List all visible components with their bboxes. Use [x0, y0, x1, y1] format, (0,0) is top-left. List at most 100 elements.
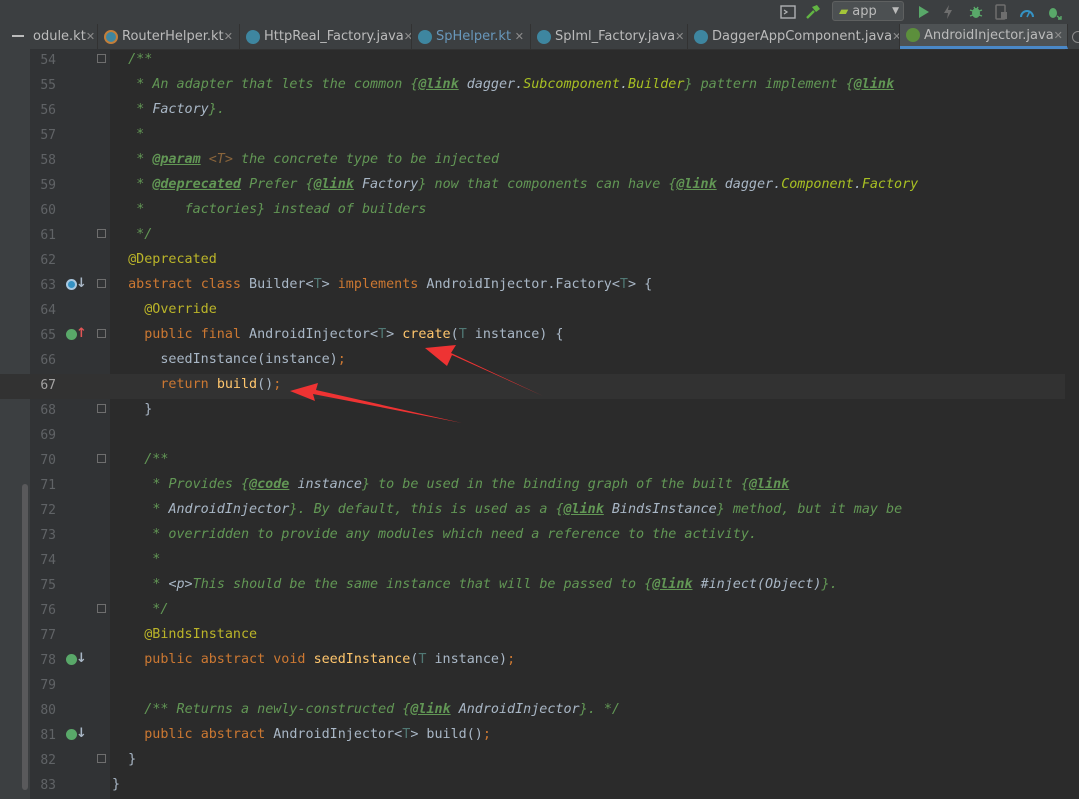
- implemented-by-icon[interactable]: ↓: [66, 276, 87, 294]
- line-code: /** Returns a newly-constructed {@link A…: [144, 702, 620, 717]
- fold-marker-icon[interactable]: [97, 454, 106, 463]
- line-number: 82: [40, 753, 56, 768]
- line-number: 58: [40, 153, 56, 168]
- line-number: 62: [40, 253, 56, 268]
- implemented-method-icon[interactable]: ↓: [66, 726, 87, 744]
- debug-icon[interactable]: [967, 2, 985, 22]
- line-number: 66: [40, 353, 56, 368]
- class-icon: [537, 29, 551, 44]
- class-icon: [694, 29, 708, 44]
- kotlin-file-icon: [104, 29, 118, 44]
- fold-marker-icon[interactable]: [97, 54, 106, 63]
- code-line: 76 */: [0, 599, 1065, 624]
- tab-androidinjector-java[interactable]: AndroidInjector.java ✕: [900, 24, 1068, 49]
- close-icon[interactable]: ✕: [675, 30, 684, 43]
- close-icon[interactable]: ✕: [515, 30, 524, 43]
- line-code: *: [112, 127, 145, 142]
- terminal-icon[interactable]: [779, 2, 797, 22]
- line-code: * AndroidInjector}. By default, this is …: [152, 502, 903, 517]
- close-icon[interactable]: ✕: [1054, 29, 1063, 42]
- apply-changes-icon[interactable]: [940, 2, 956, 22]
- android-icon: ▰: [839, 4, 849, 18]
- line-code: * factories} instead of builders: [136, 202, 427, 217]
- code-line: 74 *: [0, 549, 1065, 574]
- device-icon[interactable]: [993, 2, 1009, 22]
- line-code: }: [112, 752, 137, 767]
- line-code: @Override: [112, 302, 217, 317]
- line-code: * overridden to provide any modules whic…: [112, 527, 757, 542]
- tab-overflow-icon[interactable]: [1072, 31, 1079, 43]
- code-line: 73 * overridden to provide any modules w…: [0, 524, 1065, 549]
- editor-scrollbar[interactable]: [1065, 49, 1079, 799]
- line-code: public abstract void seedInstance(T inst…: [144, 652, 516, 667]
- tab-daggerappcomponent-java[interactable]: DaggerAppComponent.java ✕: [688, 24, 900, 49]
- attach-debugger-icon[interactable]: [1045, 2, 1063, 22]
- fold-marker-icon[interactable]: [97, 754, 106, 763]
- implemented-method-icon[interactable]: ↓: [66, 651, 87, 669]
- code-line: 80 /** Returns a newly-constructed {@lin…: [0, 699, 1065, 724]
- close-icon[interactable]: ✕: [892, 30, 899, 43]
- tab-label: SpHelper.kt: [436, 29, 512, 44]
- code-editor[interactable]: 54 /** 55 * An adapter that lets the com…: [0, 49, 1065, 799]
- line-code: @BindsInstance: [112, 627, 258, 642]
- line-number: 64: [40, 303, 56, 318]
- code-line: 75 * <p>This should be the same instance…: [0, 574, 1065, 599]
- line-number: 60: [40, 203, 56, 218]
- line-number: 59: [40, 178, 56, 193]
- run-icon[interactable]: [916, 2, 932, 22]
- code-line-current: 67 return build();: [0, 374, 1065, 399]
- code-line: 79: [0, 674, 1065, 699]
- code-line: 82 }: [0, 749, 1065, 774]
- code-line: 57 *: [0, 124, 1065, 149]
- close-icon[interactable]: ✕: [86, 30, 95, 43]
- close-icon[interactable]: ✕: [224, 30, 233, 43]
- tab-list-icon[interactable]: [12, 35, 24, 37]
- editor-tab-bar: odule.kt ✕ RouterHelper.kt ✕ HttpReal_Fa…: [0, 24, 1079, 50]
- line-number: 71: [40, 478, 56, 493]
- code-line: 56 * Factory}.: [0, 99, 1065, 124]
- fold-marker-icon[interactable]: [97, 329, 106, 338]
- implements-method-icon[interactable]: ↑: [66, 326, 87, 344]
- close-icon[interactable]: ✕: [404, 30, 411, 43]
- line-number: 75: [40, 578, 56, 593]
- profiler-icon[interactable]: [1018, 2, 1036, 22]
- fold-marker-icon[interactable]: [97, 229, 106, 238]
- code-line: 66 seedInstance(instance);: [0, 349, 1065, 374]
- line-code: /**: [112, 452, 169, 467]
- hammer-icon[interactable]: [804, 2, 822, 22]
- line-number: 56: [40, 103, 56, 118]
- tab-label: SpIml_Factory.java: [555, 29, 676, 44]
- line-number: 55: [40, 78, 56, 93]
- code-line: 54 /**: [0, 49, 1065, 74]
- code-line: 70 /**: [0, 449, 1065, 474]
- line-code: */: [112, 602, 169, 617]
- tab-spiml-factory-java[interactable]: SpIml_Factory.java ✕: [531, 24, 688, 49]
- line-code: public abstract AndroidInjector<T> build…: [144, 727, 491, 742]
- run-configuration-selector[interactable]: ▰ app ▼: [832, 1, 904, 21]
- line-code: @Deprecated: [112, 252, 217, 267]
- line-number: 72: [40, 503, 56, 518]
- interface-icon: [906, 28, 920, 42]
- tab-label: DaggerAppComponent.java: [712, 29, 893, 44]
- line-code: */: [112, 227, 153, 242]
- chevron-down-icon: ▼: [892, 6, 899, 16]
- tab-sphelper-kt[interactable]: SpHelper.kt ✕: [412, 24, 531, 49]
- line-code: * Provides {@code instance} to be used i…: [152, 477, 790, 492]
- line-number: 54: [40, 53, 56, 68]
- line-code: *: [112, 552, 161, 567]
- line-number: 67: [40, 378, 56, 393]
- tab-httpreal-factory-java[interactable]: HttpReal_Factory.java ✕: [240, 24, 412, 49]
- line-code: * <p>This should be the same instance th…: [152, 577, 838, 592]
- line-number: 80: [40, 703, 56, 718]
- tab-routerhelper-kt[interactable]: RouterHelper.kt ✕: [98, 24, 240, 49]
- line-code: public final AndroidInjector<T> create(T…: [144, 327, 564, 342]
- code-line: 78 ↓ public abstract void seedInstance(T…: [0, 649, 1065, 674]
- class-icon: [418, 29, 432, 44]
- fold-marker-icon[interactable]: [97, 604, 106, 613]
- tab-odule-kt[interactable]: odule.kt ✕: [33, 24, 98, 49]
- fold-marker-icon[interactable]: [97, 279, 106, 288]
- line-number: 76: [40, 603, 56, 618]
- line-number: 65: [40, 328, 56, 343]
- line-code: abstract class Builder<T> implements And…: [128, 277, 653, 292]
- fold-marker-icon[interactable]: [97, 404, 106, 413]
